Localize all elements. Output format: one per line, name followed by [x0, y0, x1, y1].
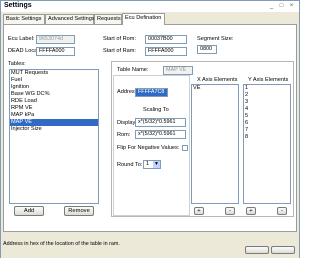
rom-label: Rom:	[117, 132, 131, 138]
list-item[interactable]: MUT Requests	[10, 70, 98, 77]
title-bar: Settings _ □ ×	[1, 1, 299, 12]
scaling-to-label: Scaling To	[143, 107, 169, 113]
x-axis-listbox[interactable]: VE	[191, 84, 239, 204]
y-axis-listbox[interactable]: 1 2 3 4 5 6 7 8	[243, 84, 291, 204]
dead-location-field[interactable]: FFFFA000	[36, 47, 75, 56]
flip-negative-label: Flip For Negative Values:	[117, 145, 180, 151]
window-title: Settings	[4, 2, 32, 9]
round-to-value: 1	[146, 161, 150, 167]
list-item[interactable]: 2	[244, 92, 290, 99]
status-text: Address in hex of the location of the ta…	[3, 241, 120, 247]
start-of-rom-field[interactable]: 00037B00	[145, 35, 187, 44]
tab-requests[interactable]: Requests	[94, 14, 122, 24]
list-item[interactable]: 5	[244, 113, 290, 120]
list-item[interactable]: Base WG DC%	[10, 91, 98, 98]
flip-negative-checkbox[interactable]	[182, 145, 188, 151]
chevron-down-icon[interactable]: ▼	[153, 161, 160, 168]
maximize-icon[interactable]: □	[277, 2, 286, 10]
list-item[interactable]: Ignition	[10, 84, 98, 91]
remove-x-axis-button[interactable]: -	[225, 207, 235, 215]
ecu-defination-panel: Ecu Label: 9653074d DEAD Location: FFFFA…	[3, 24, 297, 232]
round-to-label: Round To:	[117, 162, 143, 168]
tab-advanced-settings[interactable]: Advanced Settings	[45, 14, 95, 24]
add-y-axis-button[interactable]: +	[246, 207, 256, 215]
dialog-buttons	[245, 246, 295, 256]
remove-y-axis-button[interactable]: -	[277, 207, 287, 215]
tables-label: Tables:	[8, 61, 26, 67]
address-field[interactable]: FFFFA7C8	[135, 88, 168, 97]
round-to-select[interactable]: 1 ▼	[143, 160, 161, 169]
display-formula-field[interactable]: x*(5/32)*0.5961	[135, 118, 186, 127]
start-of-ram-field[interactable]: FFFFA000	[145, 47, 187, 56]
list-item[interactable]: 8	[244, 134, 290, 141]
status-bar: Address in hex of the location of the ta…	[1, 239, 299, 258]
x-axis-label: X Axis Elements	[197, 77, 238, 83]
ok-button[interactable]	[245, 246, 270, 254]
minimize-icon[interactable]: _	[267, 2, 276, 10]
list-item[interactable]: MAP kPa	[10, 112, 98, 119]
tab-ecu-defination[interactable]: Ecu Defination	[122, 13, 165, 25]
display-label: Display:	[117, 120, 137, 126]
ecu-label-label: Ecu Label:	[8, 36, 35, 42]
table-name-label: Table Name:	[117, 67, 149, 73]
start-of-ram-label: Start of Ram:	[103, 48, 136, 54]
list-item[interactable]: RDE Load	[10, 98, 98, 105]
ecu-label-field[interactable]: 9653074d	[36, 35, 75, 44]
settings-window: Settings _ □ × Basic Settings Advanced S…	[0, 0, 300, 258]
add-table-button[interactable]: Add	[14, 206, 44, 216]
add-x-axis-button[interactable]: +	[194, 207, 204, 215]
address-scaling-group: Address: FFFFA7C8 Scaling To Display: x*…	[113, 75, 190, 216]
list-item[interactable]: Fuel	[10, 77, 98, 84]
close-icon[interactable]: ×	[287, 2, 296, 10]
segment-size-field[interactable]: 0800	[197, 45, 217, 54]
list-item[interactable]: 6	[244, 120, 290, 127]
y-axis-label: Y Axis Elements	[248, 77, 289, 83]
segment-size-label: Segment Size:	[197, 36, 234, 42]
tables-listbox[interactable]: MUT Requests Fuel Ignition Base WG DC% R…	[9, 69, 99, 204]
list-item[interactable]: RPM VE	[10, 105, 98, 112]
tab-basic-settings[interactable]: Basic Settings	[3, 14, 45, 24]
list-item[interactable]: 1	[244, 85, 290, 92]
table-definition-group: Table Name: MAP VE Address: FFFFA7C8 Sca…	[111, 61, 294, 217]
list-item[interactable]: Injector Size	[10, 126, 98, 133]
start-of-rom-label: Start of Rom:	[103, 36, 136, 42]
cancel-button[interactable]	[271, 246, 295, 254]
table-name-field[interactable]: MAP VE	[163, 66, 193, 75]
list-item[interactable]: 4	[244, 106, 290, 113]
list-item[interactable]: VE	[192, 85, 238, 92]
list-item[interactable]: 7	[244, 127, 290, 134]
remove-table-button[interactable]: Remove	[64, 206, 94, 216]
list-item-selected[interactable]: MAP VE	[10, 119, 98, 126]
list-item[interactable]: 3	[244, 99, 290, 106]
rom-formula-field[interactable]: x*(5/32)*0.5961	[135, 130, 186, 139]
